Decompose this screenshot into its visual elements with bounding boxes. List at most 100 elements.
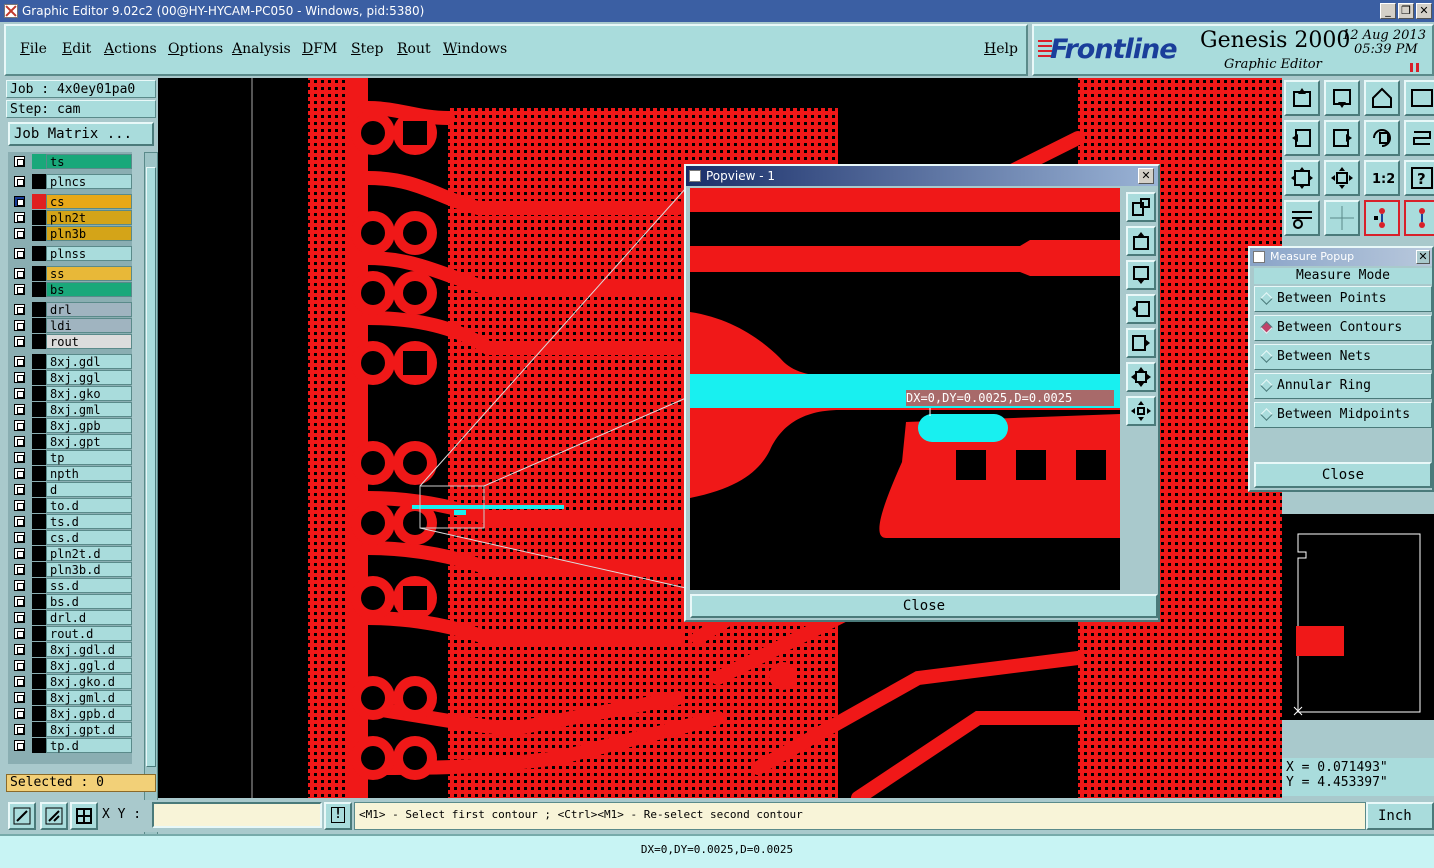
home-view-button[interactable] xyxy=(1364,80,1400,116)
layer-color-swatch[interactable] xyxy=(32,434,46,449)
menu-file[interactable]: File xyxy=(20,41,47,57)
layer-checkbox[interactable] xyxy=(14,156,25,167)
radio-diamond-icon[interactable] xyxy=(1260,350,1273,363)
panel-right-button[interactable] xyxy=(1404,80,1434,116)
layer-name[interactable]: plncs xyxy=(46,174,132,189)
layer-color-swatch[interactable] xyxy=(32,642,46,657)
layer-name[interactable]: tp xyxy=(46,450,132,465)
snap-mode-button[interactable] xyxy=(8,802,36,830)
layer-checkbox[interactable] xyxy=(14,644,25,655)
layer-name[interactable]: ss.d xyxy=(46,578,132,593)
layer-row[interactable]: rout.d xyxy=(10,626,132,641)
layer-row[interactable]: drl xyxy=(10,302,132,317)
layer-name[interactable]: 8xj.gpt.d xyxy=(46,722,132,737)
layer-color-swatch[interactable] xyxy=(32,354,46,369)
layer-name[interactable]: 8xj.gml xyxy=(46,402,132,417)
layer-color-swatch[interactable] xyxy=(32,594,46,609)
minimize-button[interactable]: _ xyxy=(1380,3,1396,19)
layer-checkbox[interactable] xyxy=(14,356,25,367)
layer-row[interactable]: pln3b xyxy=(10,226,132,241)
measure-option[interactable]: Between Midpoints xyxy=(1254,402,1432,428)
layer-color-swatch[interactable] xyxy=(32,546,46,561)
layer-color-swatch[interactable] xyxy=(32,334,46,349)
layer-name[interactable]: cs xyxy=(46,194,132,209)
layer-name[interactable]: rout.d xyxy=(46,626,132,641)
layer-row[interactable]: 8xj.gko.d xyxy=(10,674,132,689)
measure-tool-button[interactable] xyxy=(1404,200,1434,236)
measure-option[interactable]: Between Contours xyxy=(1254,315,1432,341)
layer-color-swatch[interactable] xyxy=(32,706,46,721)
job-matrix-button[interactable]: Job Matrix ... xyxy=(8,122,154,146)
layer-color-swatch[interactable] xyxy=(32,690,46,705)
layer-color-swatch[interactable] xyxy=(32,282,46,297)
layer-color-swatch[interactable] xyxy=(32,266,46,281)
layer-row[interactable]: pln2t.d xyxy=(10,546,132,561)
layer-row[interactable]: 8xj.gpt.d xyxy=(10,722,132,737)
layer-name[interactable]: 8xj.gpb.d xyxy=(46,706,132,721)
menu-edit[interactable]: Edit xyxy=(62,41,91,57)
layer-color-swatch[interactable] xyxy=(32,658,46,673)
measure-popup-close-icon[interactable]: ✕ xyxy=(1416,250,1430,264)
layer-color-swatch[interactable] xyxy=(32,626,46,641)
measure-mode-button[interactable] xyxy=(40,802,68,830)
layer-checkbox[interactable] xyxy=(14,692,25,703)
popview-titlebar[interactable]: Popview - 1 ✕ xyxy=(686,166,1158,186)
pan-up-button[interactable] xyxy=(1284,80,1320,116)
layer-checkbox[interactable] xyxy=(14,228,25,239)
layer-row[interactable]: ts xyxy=(10,154,132,169)
layer-checkbox[interactable] xyxy=(14,212,25,223)
layer-checkbox[interactable] xyxy=(14,436,25,447)
layer-row[interactable]: 8xj.gml xyxy=(10,402,132,417)
layer-color-swatch[interactable] xyxy=(32,402,46,417)
layer-color-swatch[interactable] xyxy=(32,418,46,433)
layer-name[interactable]: to.d xyxy=(46,498,132,513)
layer-checkbox[interactable] xyxy=(14,580,25,591)
layer-name[interactable]: 8xj.ggl xyxy=(46,370,132,385)
mirror-button[interactable] xyxy=(1404,120,1434,156)
layer-color-swatch[interactable] xyxy=(32,498,46,513)
layer-checkbox[interactable] xyxy=(14,724,25,735)
layer-row[interactable]: to.d xyxy=(10,498,132,513)
layer-checkbox[interactable] xyxy=(14,248,25,259)
layer-row[interactable]: bs xyxy=(10,282,132,297)
layer-list-scrollbar[interactable] xyxy=(144,152,158,848)
layer-name[interactable]: ts.d xyxy=(46,514,132,529)
popview-close-button[interactable]: Close xyxy=(690,594,1158,618)
layer-checkbox[interactable] xyxy=(14,420,25,431)
layer-checkbox[interactable] xyxy=(14,500,25,511)
layer-color-swatch[interactable] xyxy=(32,610,46,625)
layer-checkbox[interactable] xyxy=(14,740,25,751)
layer-row[interactable]: 8xj.gpt xyxy=(10,434,132,449)
measure-option[interactable]: Between Points xyxy=(1254,286,1432,312)
popview-zoom-button[interactable] xyxy=(1126,192,1156,222)
layer-name[interactable]: drl.d xyxy=(46,610,132,625)
popview-pan-left-button[interactable] xyxy=(1126,294,1156,324)
radio-diamond-icon[interactable] xyxy=(1260,321,1273,334)
layer-row[interactable]: bs.d xyxy=(10,594,132,609)
zoom-center-button[interactable] xyxy=(1324,160,1360,196)
layer-name[interactable]: ldi xyxy=(46,318,132,333)
layer-name[interactable]: plnss xyxy=(46,246,132,261)
layer-color-swatch[interactable] xyxy=(32,226,46,241)
layer-color-swatch[interactable] xyxy=(32,722,46,737)
layer-color-swatch[interactable] xyxy=(32,174,46,189)
layer-color-swatch[interactable] xyxy=(32,302,46,317)
layer-color-swatch[interactable] xyxy=(32,562,46,577)
layer-checkbox[interactable] xyxy=(14,320,25,331)
rotate-button[interactable] xyxy=(1364,120,1400,156)
layer-checkbox[interactable] xyxy=(14,708,25,719)
layer-color-swatch[interactable] xyxy=(32,674,46,689)
layer-row[interactable]: 8xj.gpb xyxy=(10,418,132,433)
layer-color-swatch[interactable] xyxy=(32,482,46,497)
layer-name[interactable]: rout xyxy=(46,334,132,349)
layer-name[interactable]: 8xj.gko.d xyxy=(46,674,132,689)
layer-name[interactable]: 8xj.ggl.d xyxy=(46,658,132,673)
measure-option[interactable]: Annular Ring xyxy=(1254,373,1432,399)
layer-checkbox[interactable] xyxy=(14,564,25,575)
menu-step[interactable]: Step xyxy=(351,41,383,57)
layer-row[interactable]: ts.d xyxy=(10,514,132,529)
layer-name[interactable]: drl xyxy=(46,302,132,317)
measure-popup-titlebar[interactable]: Measure Popup ✕ xyxy=(1250,248,1432,266)
menu-dfm[interactable]: DFM xyxy=(302,41,337,57)
layer-color-swatch[interactable] xyxy=(32,194,46,209)
